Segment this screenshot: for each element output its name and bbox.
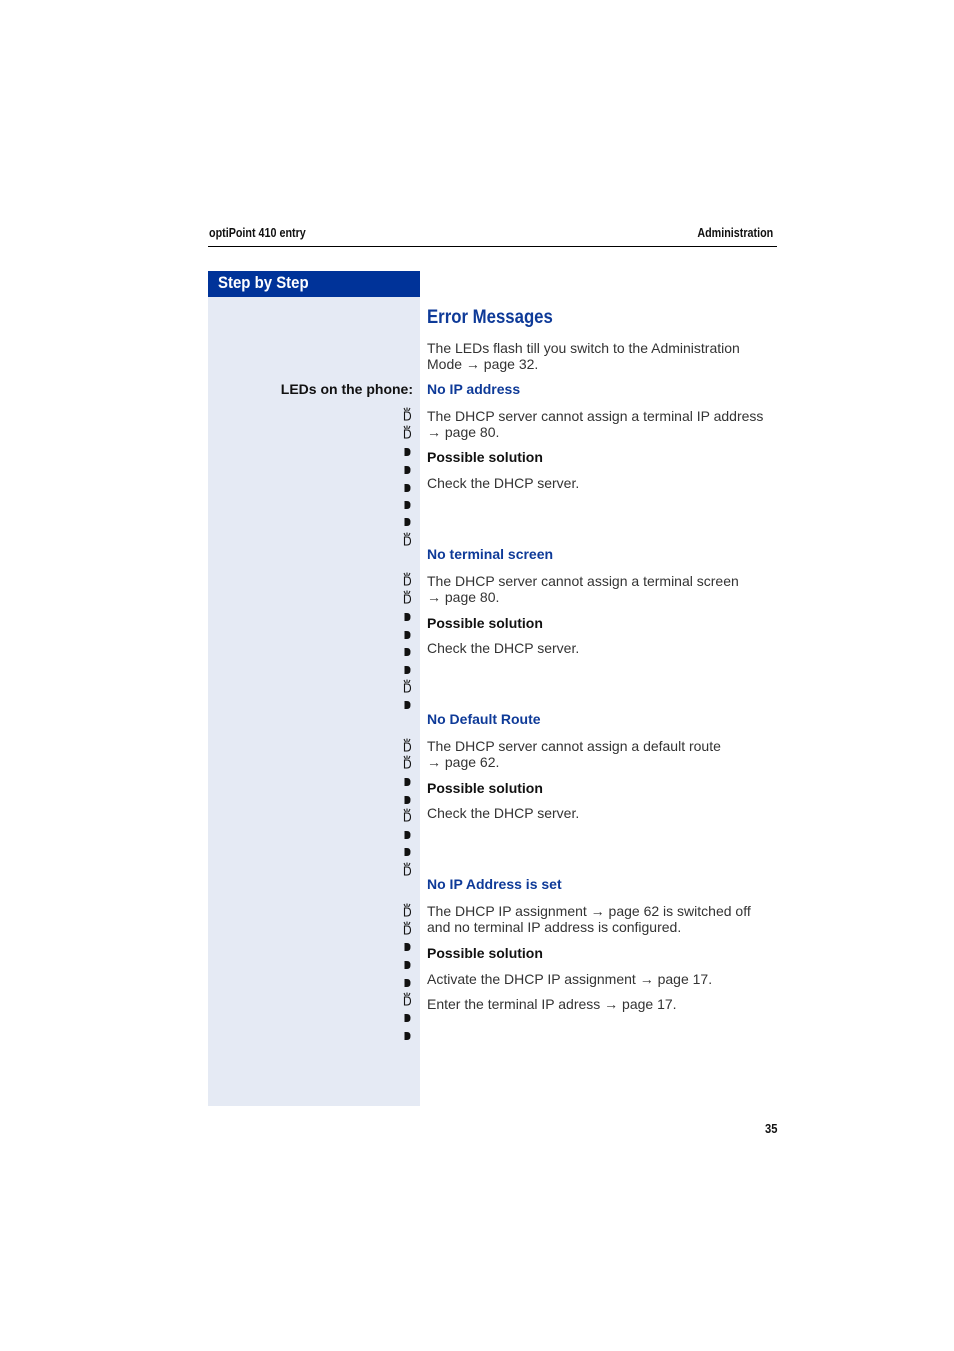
led-on-icon [401,515,413,529]
page-number: 35 [764,1121,777,1136]
section-description: → page 62. [427,754,500,770]
led-on-icon [401,1029,413,1043]
step-by-step-label: Step by Step [218,273,309,292]
possible-solution-label: Possible solution [427,780,543,796]
led-flashing-icon [401,903,413,917]
led-flashing-icon [401,808,413,822]
led-flashing-icon [401,921,413,935]
led-on-icon [401,445,413,459]
intro-text-line1: The LEDs flash till you switch to the Ad… [427,340,740,356]
led-on-icon [401,698,413,712]
led-flashing-icon [401,532,413,546]
led-on-icon [401,940,413,954]
section-description: The DHCP IP assignment → page 62 is swit… [427,903,751,919]
intro-text-line2: Mode → page 32. [427,356,539,372]
led-on-icon [401,628,413,642]
possible-solution-label: Possible solution [427,615,543,631]
section-heading-no-ip-address: No IP address [427,381,521,397]
section-description: The DHCP server cannot assign a terminal… [427,573,739,589]
led-flashing-icon [401,738,413,752]
possible-solution-label: Possible solution [427,945,543,961]
section-description: and no terminal IP address is configured… [427,919,682,935]
led-on-icon [401,976,413,990]
section-description: → page 80. [427,424,500,440]
led-on-icon [401,498,413,512]
header-divider [208,246,777,247]
section-heading-no-terminal-screen: No terminal screen [427,546,554,562]
led-flashing-icon [401,679,413,693]
led-flashing-icon [401,992,413,1006]
led-flashing-icon [401,590,413,604]
step-by-step-column [208,297,420,1106]
led-on-icon [401,793,413,807]
section-description: The DHCP server cannot assign a terminal… [427,408,764,424]
solution-text: Activate the DHCP IP assignment → page 1… [427,971,713,987]
header-chapter: Administration [697,226,773,240]
solution-text: Check the DHCP server. [427,805,580,821]
led-on-icon [401,463,413,477]
led-on-icon [401,958,413,972]
led-on-icon [401,663,413,677]
led-flashing-icon [401,425,413,439]
section-description: → page 80. [427,589,500,605]
page-title: Error Messages [427,306,553,328]
section-heading-no-default-route: No Default Route [427,711,541,727]
led-flashing-icon [401,407,413,421]
led-on-icon [401,828,413,842]
section-heading-no-ip-address-is-set: No IP Address is set [427,876,562,892]
section-description: The DHCP server cannot assign a default … [427,738,721,754]
led-flashing-icon [401,572,413,586]
led-flashing-icon [401,755,413,769]
solution-text: Check the DHCP server. [427,475,580,491]
possible-solution-label: Possible solution [427,449,543,465]
led-on-icon [401,645,413,659]
leds-on-phone-label: LEDs on the phone: [280,381,413,397]
led-on-icon [401,845,413,859]
led-on-icon [401,1011,413,1025]
solution-text: Check the DHCP server. [427,640,580,656]
header-product-name: optiPoint 410 entry [209,226,306,240]
led-on-icon [401,481,413,495]
step-by-step-banner: Step by Step [208,271,420,297]
led-on-icon [401,610,413,624]
led-on-icon [401,775,413,789]
led-flashing-icon [401,862,413,876]
solution-text: Enter the terminal IP adress → page 17. [427,996,677,1012]
